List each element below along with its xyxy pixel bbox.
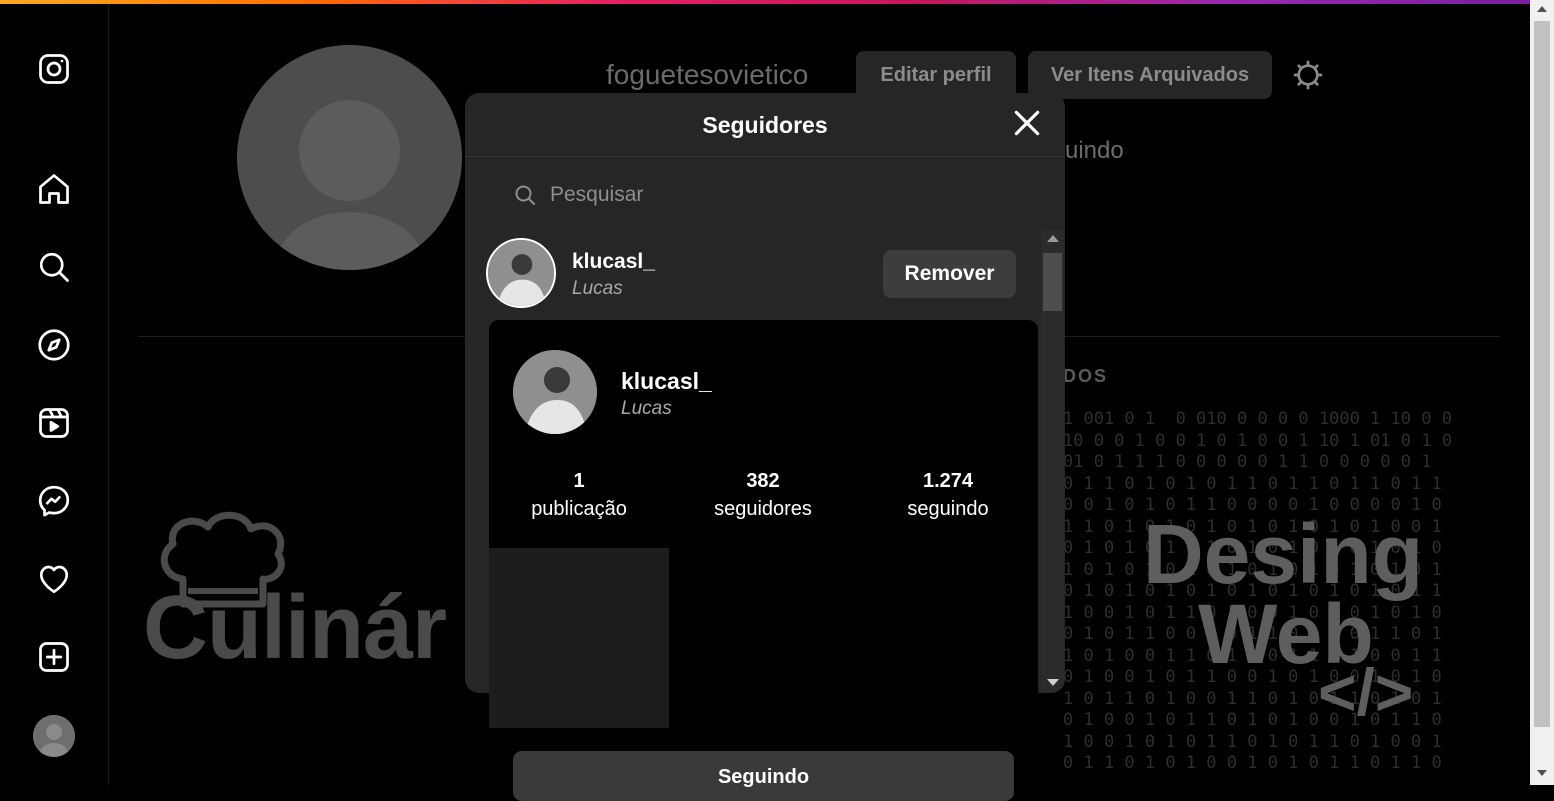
stat-followers-label: seguidores xyxy=(714,498,812,520)
sidebar xyxy=(0,4,109,785)
window-scroll-thumb[interactable] xyxy=(1534,21,1550,727)
follower-username[interactable]: klucasl_ xyxy=(572,250,655,274)
stat-posts-count: 1 xyxy=(573,470,585,492)
follower-name: Lucas xyxy=(572,278,623,299)
profile-username: foguetesovietico xyxy=(606,59,809,90)
stat-following: 1.274 seguindo xyxy=(858,470,1038,521)
home-icon[interactable] xyxy=(34,169,74,209)
profile-picture xyxy=(237,45,462,270)
following-count-fragment: uindo xyxy=(1065,137,1124,164)
window-scrollbar[interactable] xyxy=(1530,0,1554,785)
edit-profile-button[interactable]: Editar perfil xyxy=(856,51,1016,99)
stat-following-count: 1.274 xyxy=(922,470,974,492)
remove-button[interactable]: Remover xyxy=(883,250,1016,298)
following-button[interactable]: Seguindo xyxy=(513,751,1014,801)
hover-card-avatar[interactable] xyxy=(513,350,597,434)
stat-posts-label: publicação xyxy=(531,498,627,520)
messenger-icon[interactable] xyxy=(34,481,74,521)
close-icon[interactable] xyxy=(1011,107,1043,139)
post-culinaria[interactable]: Culinár xyxy=(143,409,473,749)
create-icon[interactable] xyxy=(34,637,74,677)
instagram-logo-icon[interactable] xyxy=(34,49,74,89)
post-design-title: Desing Web xyxy=(1143,512,1423,676)
hover-card-name: Lucas xyxy=(621,398,672,419)
posts-tab-fragment[interactable]: DOS xyxy=(1063,366,1108,387)
search-input[interactable] xyxy=(548,182,992,208)
follower-avatar[interactable] xyxy=(486,238,556,308)
scroll-down-arrow-icon[interactable] xyxy=(1047,679,1059,686)
search-icon xyxy=(515,185,535,205)
stat-following-label: seguindo xyxy=(907,498,989,520)
profile-hover-card: klucasl_ Lucas 1 publicação 382 seguidor… xyxy=(489,320,1038,785)
modal-header: Seguidores xyxy=(465,93,1065,157)
explore-icon[interactable] xyxy=(34,325,74,365)
hover-card-post-thumbnail[interactable] xyxy=(489,548,669,728)
stat-posts: 1 publicação xyxy=(489,470,669,521)
stat-followers: 382 seguidores xyxy=(673,470,853,521)
window-scroll-down-icon[interactable] xyxy=(1537,770,1547,776)
modal-scrollbar[interactable] xyxy=(1041,230,1064,693)
post-culinaria-title: Culinár xyxy=(143,578,447,678)
profile-avatar-icon[interactable] xyxy=(33,715,75,757)
scroll-up-arrow-icon[interactable] xyxy=(1047,235,1059,242)
scroll-thumb[interactable] xyxy=(1043,253,1062,311)
search-field xyxy=(513,177,993,213)
window-scroll-up-icon[interactable] xyxy=(1537,6,1547,12)
heart-icon[interactable] xyxy=(34,559,74,599)
code-brackets-icon: </> xyxy=(1318,655,1414,729)
hover-card-username[interactable]: klucasl_ xyxy=(621,368,712,395)
archived-items-button[interactable]: Ver Itens Arquivados xyxy=(1028,51,1272,99)
reels-icon[interactable] xyxy=(34,403,74,443)
modal-title: Seguidores xyxy=(702,112,828,138)
stat-followers-count: 382 xyxy=(746,470,780,492)
post-design-web[interactable]: 1 001 0 1 0 010 0 0 0 0 1000 1 10 0 0 10… xyxy=(1063,409,1503,779)
settings-gear-icon[interactable] xyxy=(1290,57,1326,93)
search-icon[interactable] xyxy=(34,247,74,287)
follower-row[interactable]: klucasl_ Lucas Remover xyxy=(486,238,1016,310)
